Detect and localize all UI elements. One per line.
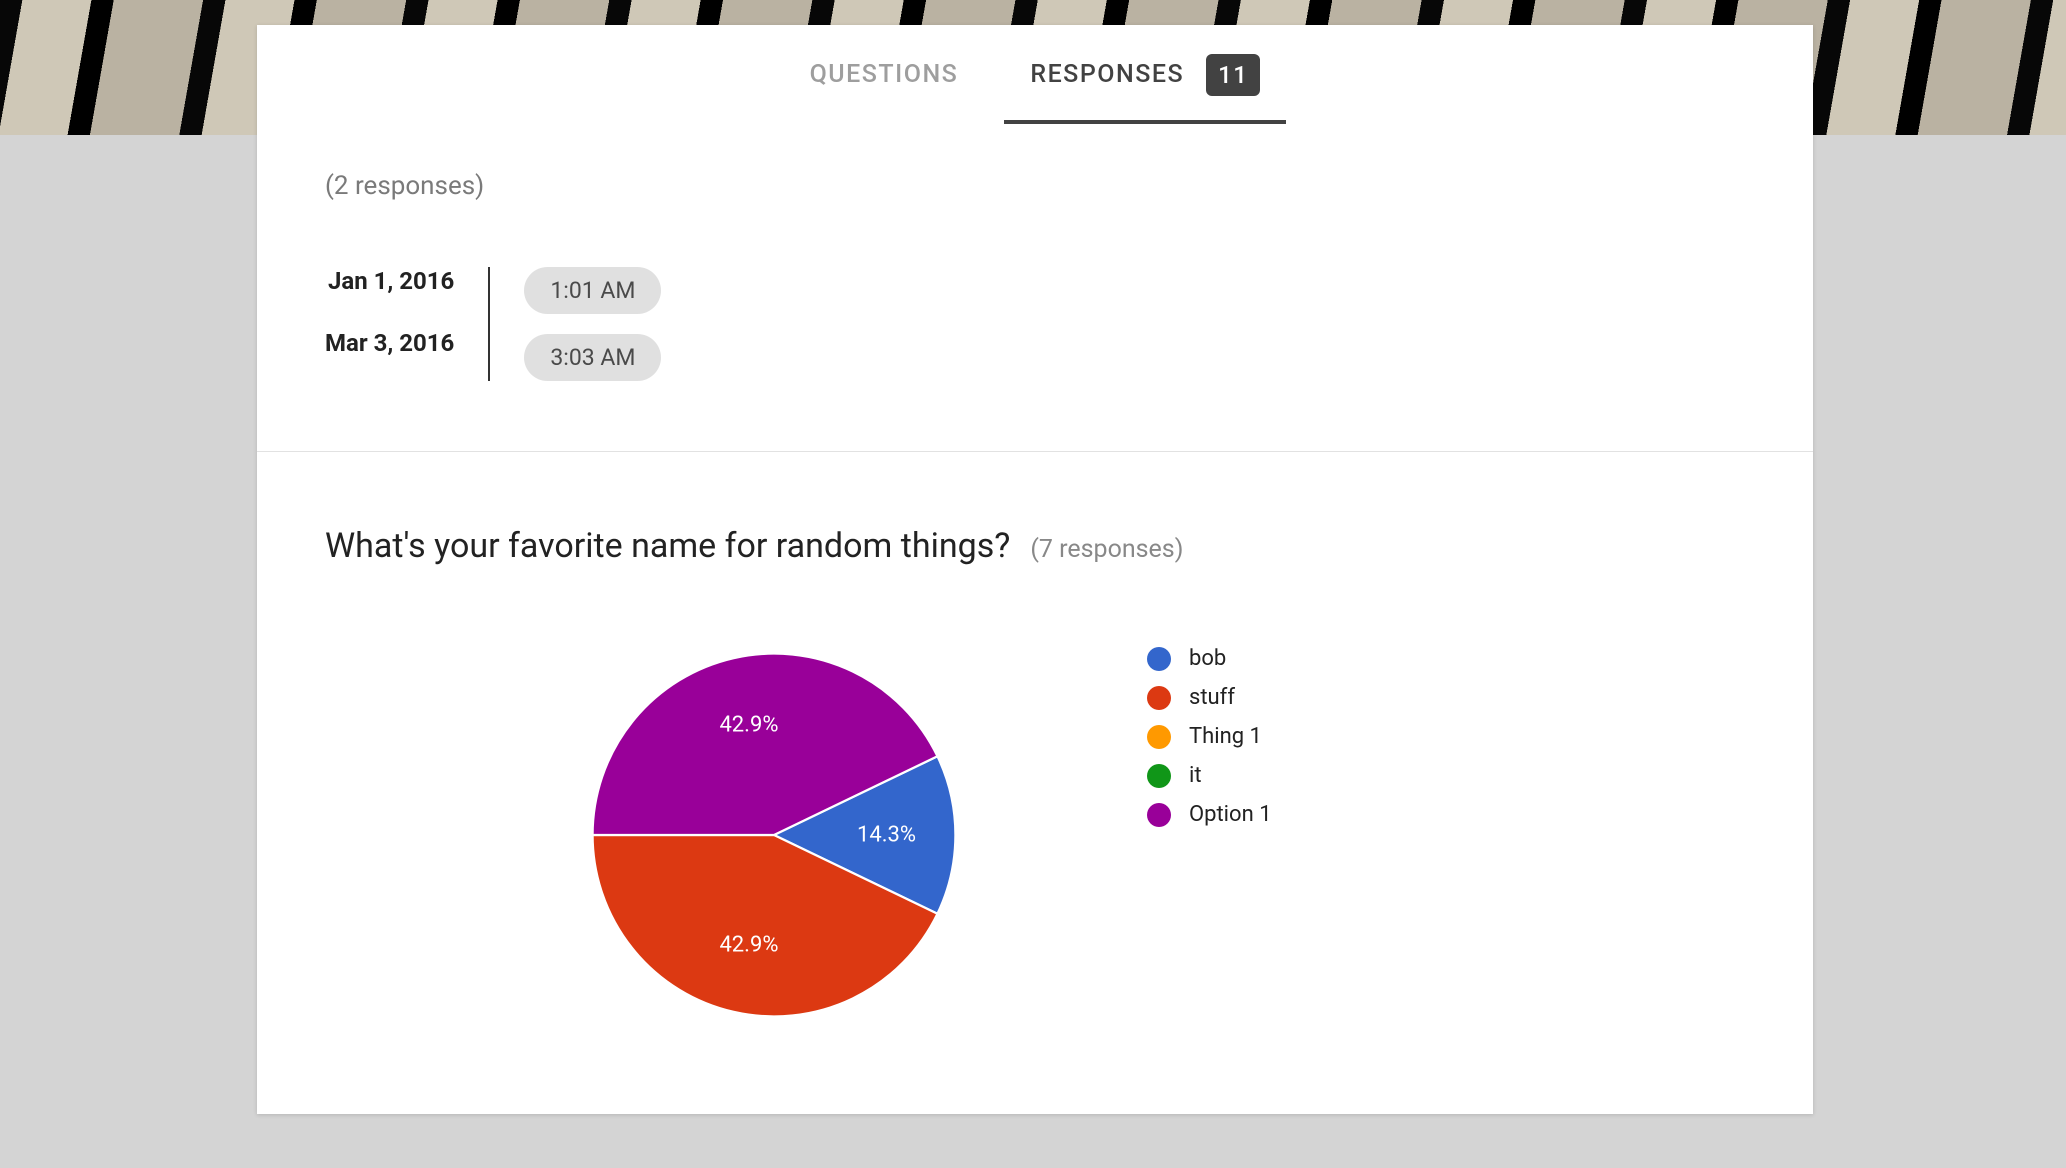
datetime-response-list: Jan 1, 2016 Mar 3, 2016 1:01 AM 3:03 AM — [325, 267, 1745, 381]
pie-chart[interactable]: 14.3% 42.9% 42.9% — [585, 646, 963, 1024]
legend-item[interactable]: Thing 1 — [1147, 724, 1272, 749]
datetime-responses-section: (2 responses) Jan 1, 2016 Mar 3, 2016 1:… — [257, 125, 1813, 451]
legend-swatch — [1147, 686, 1171, 710]
pie-slice-label: 42.9% — [719, 932, 778, 957]
tab-responses[interactable]: RESPONSES 11 — [1030, 25, 1260, 124]
responses-count-badge: 11 — [1206, 54, 1260, 96]
legend-item[interactable]: Option 1 — [1147, 802, 1272, 827]
question-title: What's your favorite name for random thi… — [325, 526, 1010, 566]
tab-questions-label: QUESTIONS — [810, 60, 959, 89]
pie-slice-label: 14.3% — [857, 823, 916, 848]
legend-label: Option 1 — [1189, 802, 1272, 827]
legend-swatch — [1147, 647, 1171, 671]
legend-swatch — [1147, 803, 1171, 827]
legend-label: stuff — [1189, 685, 1235, 710]
pie-chart-area: 14.3% 42.9% 42.9% bob stuff Thing 1 it Option … — [585, 646, 1745, 1024]
legend-label: bob — [1189, 646, 1226, 671]
legend-swatch — [1147, 725, 1171, 749]
legend-swatch — [1147, 764, 1171, 788]
pie-question-section: What's your favorite name for random thi… — [257, 452, 1813, 1114]
legend-item[interactable]: bob — [1147, 646, 1272, 671]
legend-item[interactable]: stuff — [1147, 685, 1272, 710]
response-time-chip: 1:01 AM — [524, 267, 661, 314]
response-date: Jan 1, 2016 — [328, 267, 454, 295]
date-column: Jan 1, 2016 Mar 3, 2016 — [325, 267, 490, 381]
legend-label: Thing 1 — [1189, 724, 1262, 749]
pie-slice-label: 42.9% — [719, 713, 778, 738]
response-time-chip: 3:03 AM — [524, 334, 661, 381]
time-column: 1:01 AM 3:03 AM — [490, 267, 661, 381]
question-response-count: (7 responses) — [1030, 535, 1183, 564]
datetime-response-count: (2 responses) — [325, 171, 1745, 201]
tab-bar: QUESTIONS RESPONSES 11 — [257, 25, 1813, 125]
response-date: Mar 3, 2016 — [325, 329, 454, 357]
pie-legend: bob stuff Thing 1 it Option 1 — [1147, 646, 1272, 827]
legend-item[interactable]: it — [1147, 763, 1272, 788]
tab-questions[interactable]: QUESTIONS — [810, 25, 959, 124]
legend-label: it — [1189, 763, 1202, 788]
tab-responses-label: RESPONSES — [1030, 60, 1184, 89]
form-card: QUESTIONS RESPONSES 11 (2 responses) Jan… — [257, 25, 1813, 1114]
